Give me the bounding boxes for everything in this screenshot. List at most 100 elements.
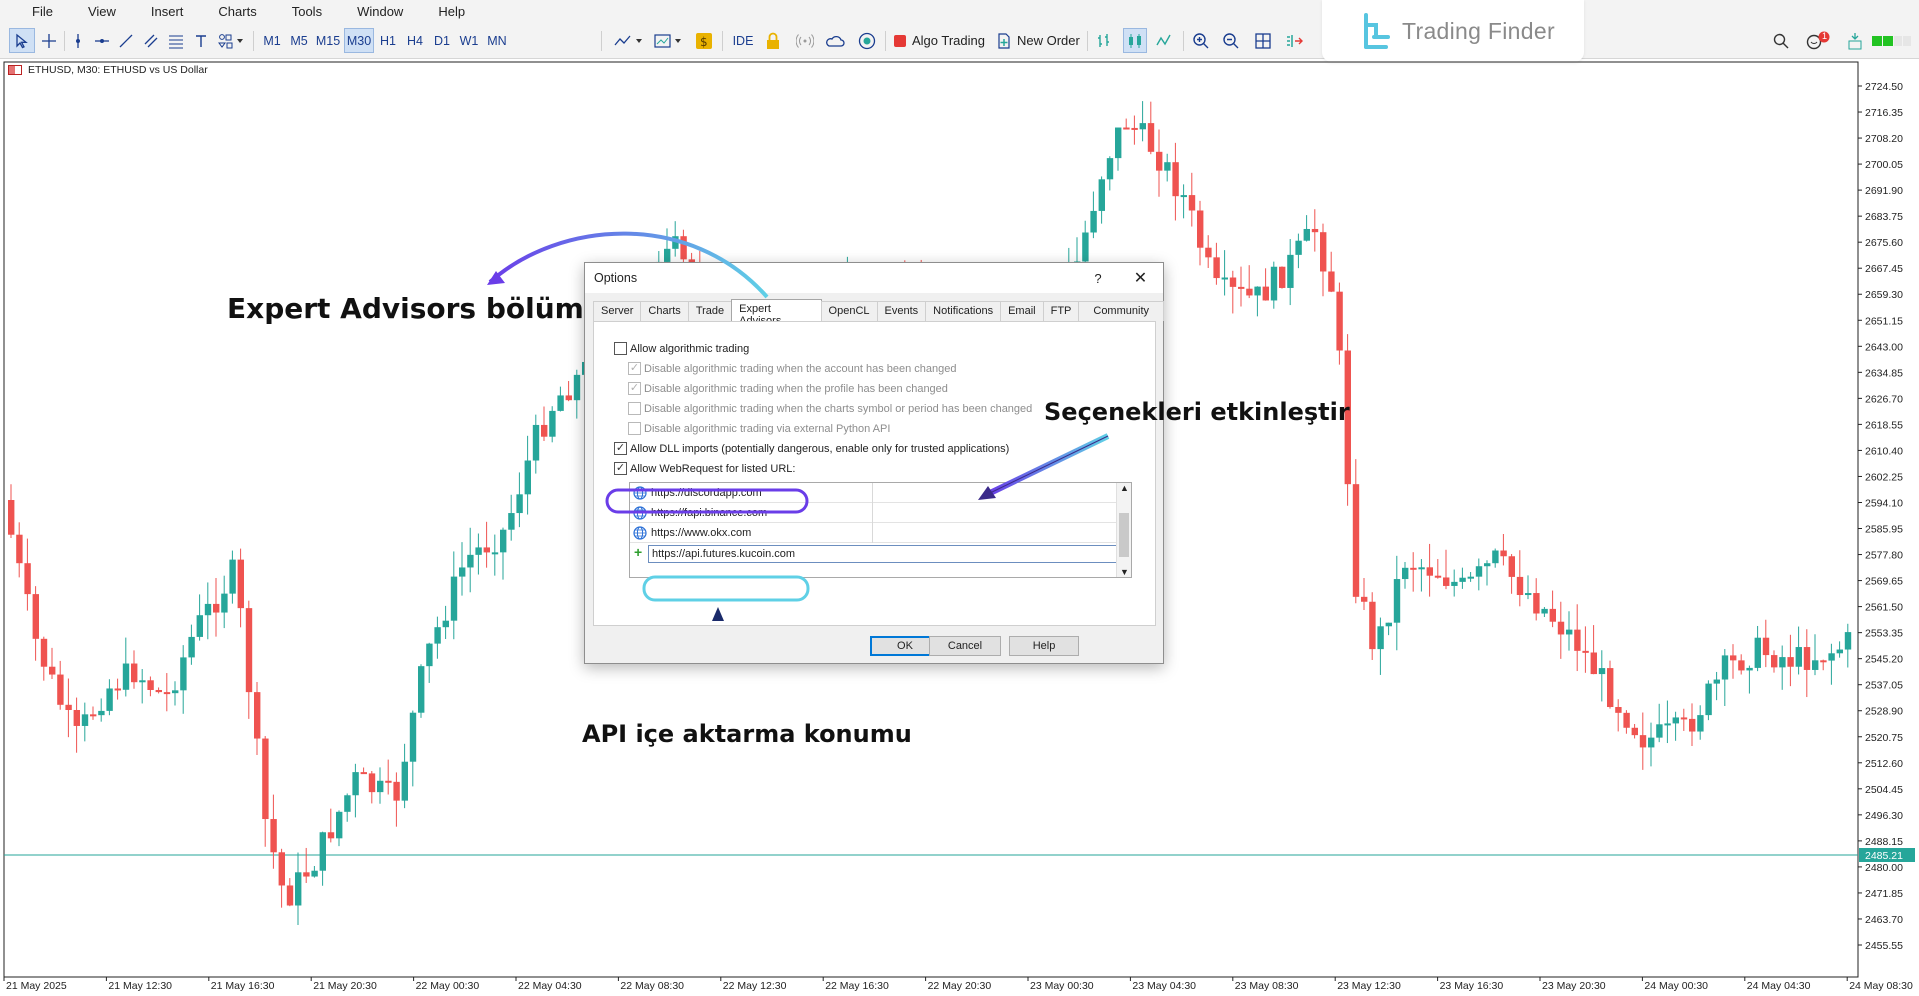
timeframe-m15[interactable]: M15 <box>313 28 343 53</box>
tab-community[interactable]: Community <box>1078 301 1164 321</box>
candle-body <box>1352 484 1360 597</box>
checkbox-checked[interactable]: ✓ <box>614 462 627 475</box>
candle-body <box>311 870 318 877</box>
timeframe-m30[interactable]: M30 <box>344 28 374 53</box>
menu-window[interactable]: Window <box>357 4 403 19</box>
checkbox[interactable] <box>628 402 641 415</box>
signal-strength-icon <box>1870 28 1914 53</box>
community-icon[interactable] <box>856 28 878 53</box>
zoom-out-icon[interactable] <box>1220 28 1242 53</box>
tile-windows-icon[interactable] <box>1252 28 1274 53</box>
checkbox[interactable] <box>628 422 641 435</box>
option-allow-dll-imports[interactable]: ✓ Allow DLL imports (potentially dangero… <box>614 442 1009 455</box>
timeframe-d1[interactable]: D1 <box>429 28 455 53</box>
menu-insert[interactable]: Insert <box>151 4 184 19</box>
time-axis-label: 21 May 12:30 <box>108 980 172 992</box>
option-disable-python-api[interactable]: Disable algorithmic trading via external… <box>628 422 890 435</box>
timeframe-w1[interactable]: W1 <box>456 28 482 53</box>
new-order-button[interactable]: New Order <box>996 28 1082 53</box>
zoom-in-icon[interactable] <box>1190 28 1212 53</box>
tab-charts[interactable]: Charts <box>640 301 689 321</box>
vps-cloud-icon[interactable] <box>824 28 846 53</box>
menu-charts[interactable]: Charts <box>218 4 256 19</box>
lock-icon[interactable] <box>762 28 784 53</box>
new-url-input[interactable]: https://api.futures.kucoin.com <box>648 545 1118 563</box>
screen: File View Insert Charts Tools Window Hel… <box>0 0 1919 996</box>
channel-icon[interactable] <box>141 28 161 53</box>
menu-view[interactable]: View <box>88 4 116 19</box>
cancel-button[interactable]: Cancel <box>929 636 1001 656</box>
timeframe-mn[interactable]: MN <box>483 28 511 53</box>
fibonacci-icon[interactable] <box>166 28 186 53</box>
price-axis-label: 2553.35 <box>1865 628 1903 640</box>
candle-body <box>1762 637 1770 656</box>
candle-body <box>229 559 236 594</box>
connection-status-icon[interactable] <box>1846 28 1864 53</box>
option-disable-symbol-changed[interactable]: Disable algorithmic trading when the cha… <box>628 402 1032 415</box>
annotation-enable-options: Seçenekleri etkinleştir <box>1044 398 1350 426</box>
help-button[interactable]: Help <box>1009 636 1079 656</box>
cursor-tool-icon[interactable] <box>9 28 35 53</box>
vertical-line-icon[interactable] <box>68 28 88 53</box>
url-list-item[interactable]: https://www.okx.com <box>630 522 1117 543</box>
candle-body <box>196 615 203 637</box>
horizontal-line-icon[interactable] <box>92 28 112 53</box>
menu-tools[interactable]: Tools <box>292 4 322 19</box>
candle-body <box>204 603 212 616</box>
timeframe-h4[interactable]: H4 <box>402 28 428 53</box>
trendline-icon[interactable] <box>116 28 136 53</box>
url-list-item[interactable]: https://discordapp.com <box>630 482 1117 503</box>
menu-bar: File View Insert Charts Tools Window Hel… <box>0 0 1919 22</box>
checkbox[interactable] <box>614 342 627 355</box>
candle-body <box>360 772 367 775</box>
timeframe-h1[interactable]: H1 <box>375 28 401 53</box>
menu-file[interactable]: File <box>32 4 53 19</box>
menu-help[interactable]: Help <box>438 4 465 19</box>
timeframe-m1[interactable]: M1 <box>259 28 285 53</box>
candle-body <box>172 690 179 694</box>
tab-events[interactable]: Events <box>876 301 927 321</box>
url-list-item[interactable]: https://fapi.binance.com <box>630 502 1117 523</box>
bar-chart-icon[interactable] <box>1093 28 1115 53</box>
option-allow-algo-trading[interactable]: Allow algorithmic trading <box>614 342 749 355</box>
candle-body <box>303 872 310 877</box>
url-list[interactable]: https://discordapp.com https://fapi.bina… <box>629 482 1132 578</box>
tab-trade[interactable]: Trade <box>687 301 733 321</box>
add-url-icon[interactable]: + <box>634 544 642 560</box>
signal-icon[interactable] <box>794 28 816 53</box>
tab-expert-advisors[interactable]: Expert Advisors <box>731 299 822 327</box>
tab-opencl[interactable]: OpenCL <box>820 301 878 321</box>
tab-notifications[interactable]: Notifications <box>925 301 1002 321</box>
search-icon[interactable] <box>1770 28 1792 53</box>
option-allow-webrequest[interactable]: ✓ Allow WebRequest for listed URL: <box>614 462 795 475</box>
time-axis-label: 22 May 12:30 <box>723 980 787 992</box>
chart-type-menu-icon[interactable] <box>612 28 646 53</box>
templates-menu-icon[interactable] <box>652 28 686 53</box>
checkbox-checked[interactable]: ✓ <box>628 362 641 375</box>
autoscroll-icon[interactable] <box>1284 28 1306 53</box>
crosshair-tool-icon[interactable] <box>38 28 60 53</box>
option-disable-profile-changed[interactable]: ✓ Disable algorithmic trading when the p… <box>628 382 948 395</box>
algo-trading-button[interactable]: Algo Trading <box>893 28 1011 53</box>
tab-ftp[interactable]: FTP <box>1042 301 1080 321</box>
option-disable-account-changed[interactable]: ✓ Disable algorithmic trading when the a… <box>628 362 956 375</box>
candle-body <box>377 780 384 793</box>
notifications-icon[interactable]: 1 <box>1803 28 1833 53</box>
timeframe-m5[interactable]: M5 <box>286 28 312 53</box>
candle-body <box>1492 550 1499 564</box>
help-icon[interactable]: ? <box>1078 271 1118 286</box>
market-icon[interactable]: $ <box>693 28 715 53</box>
tab-server[interactable]: Server <box>593 301 642 321</box>
shapes-menu-icon[interactable] <box>215 28 247 53</box>
ide-button[interactable]: IDE <box>730 28 756 53</box>
checkbox-checked[interactable]: ✓ <box>628 382 641 395</box>
tab-email[interactable]: Email <box>1000 301 1044 321</box>
close-icon[interactable]: ✕ <box>1118 268 1163 288</box>
line-chart-icon[interactable] <box>1153 28 1175 53</box>
candle-body <box>327 832 335 839</box>
text-tool-icon[interactable] <box>191 28 211 53</box>
url-list-scrollbar[interactable]: ▲ ▼ <box>1116 483 1131 577</box>
candlestick-chart-icon[interactable] <box>1123 28 1147 53</box>
candle-body <box>1820 660 1827 663</box>
checkbox-checked[interactable]: ✓ <box>614 442 627 455</box>
